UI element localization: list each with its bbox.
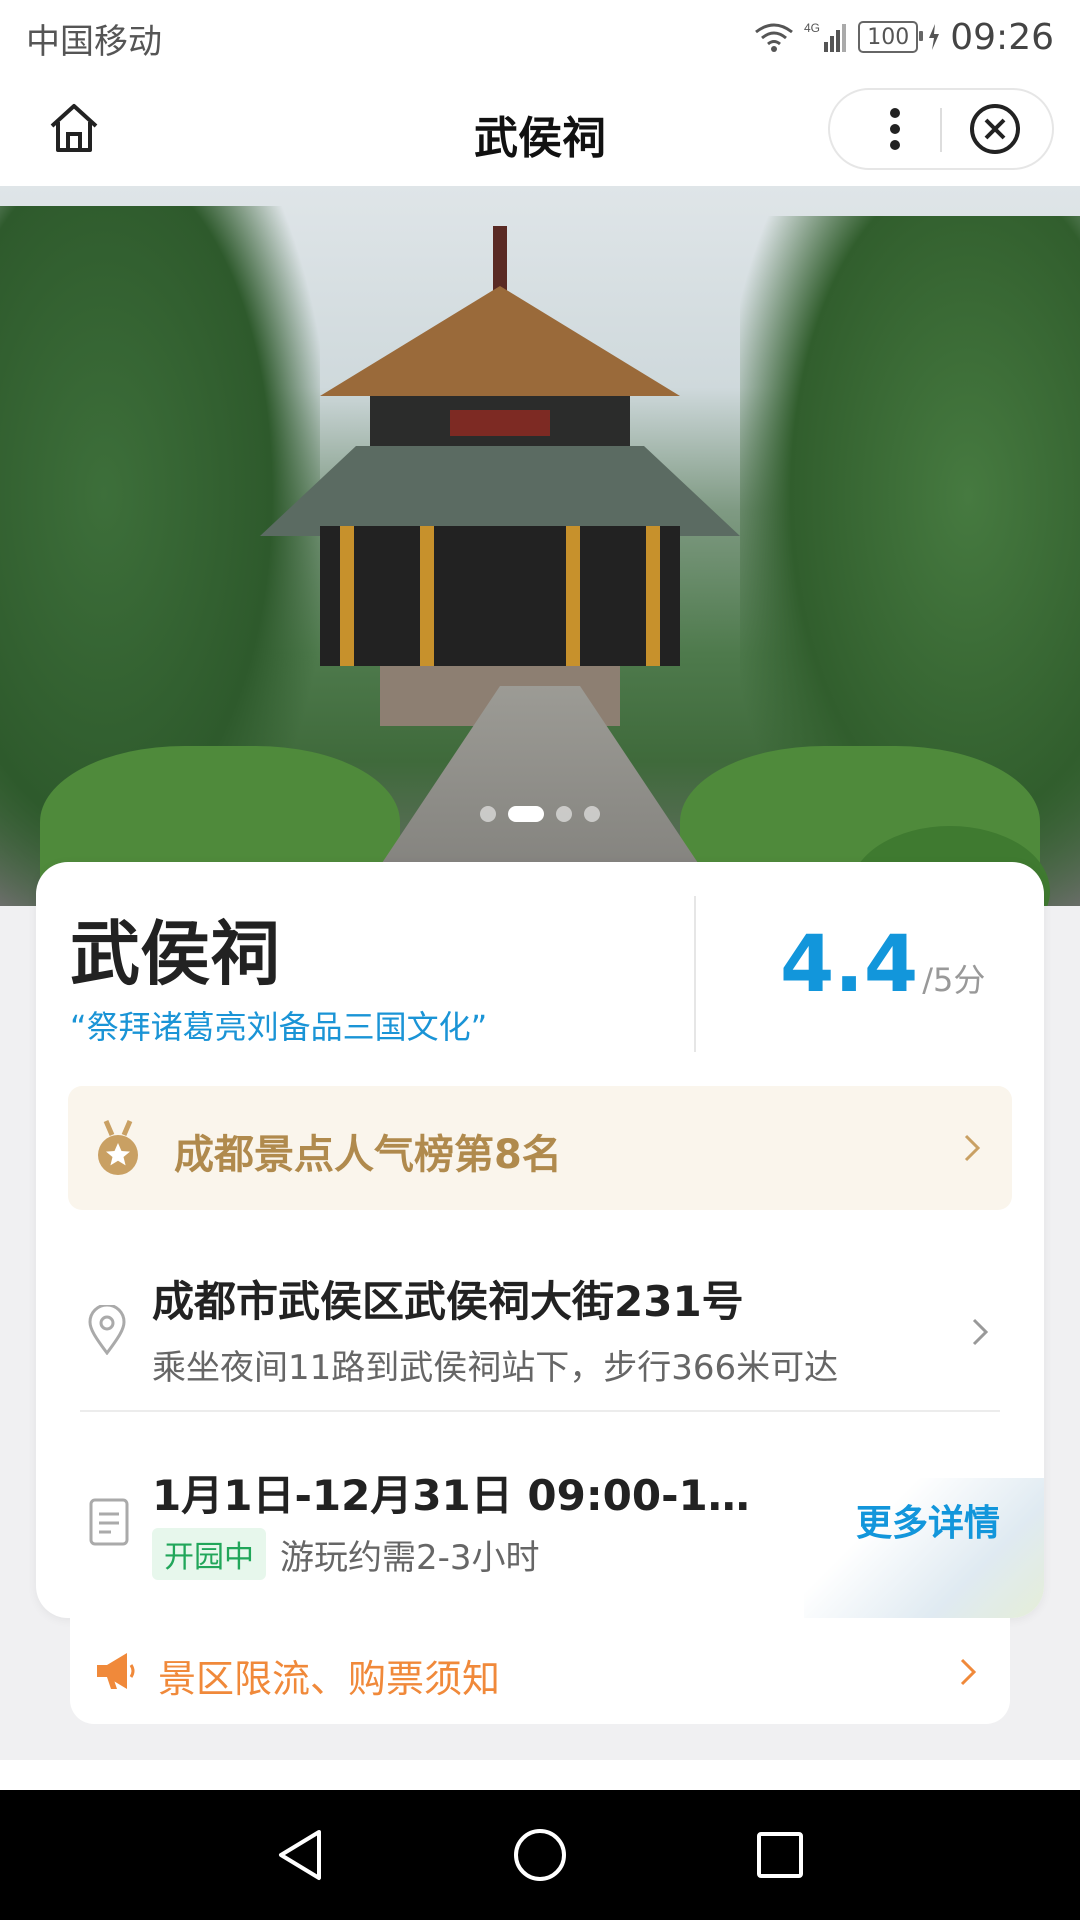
- carrier-label: 中国移动: [26, 22, 162, 62]
- hero-carousel[interactable]: [0, 186, 1080, 906]
- megaphone-icon: [92, 1648, 138, 1694]
- content-bottom-edge: [0, 1760, 1080, 1790]
- medal-icon: [88, 1118, 148, 1178]
- clock: 09:26: [950, 16, 1054, 58]
- capsule-divider: [940, 108, 942, 152]
- opening-hours: 1月1日-12月31日 09:00-18:0...: [152, 1471, 752, 1520]
- home-circle-icon: [514, 1829, 566, 1881]
- charging-icon: [928, 24, 940, 50]
- spot-name: 武侯祠: [70, 913, 280, 995]
- card-divider: [694, 896, 696, 1052]
- open-status-badge: 开园中: [152, 1528, 266, 1580]
- notice-text: 景区限流、购票须知: [158, 1657, 501, 1701]
- more-details-link[interactable]: 更多详情: [856, 1494, 1000, 1546]
- close-button[interactable]: [968, 102, 1022, 156]
- chevron-right-icon: [952, 1128, 992, 1168]
- recents-square-icon: [757, 1832, 803, 1878]
- battery-icon: 100: [858, 21, 924, 53]
- hero-pagoda-image: [260, 226, 740, 746]
- chevron-right-icon: [960, 1312, 1000, 1352]
- recents-button[interactable]: [745, 1820, 815, 1890]
- document-icon: [84, 1494, 134, 1550]
- status-bar: 中国移动 4G 100 09:26: [0, 0, 1080, 74]
- carousel-dot: [556, 806, 572, 822]
- ranking-row[interactable]: 成都景点人气榜第8名: [68, 1086, 1012, 1210]
- address-text: 成都市武侯区武侯祠大街231号: [152, 1277, 744, 1326]
- close-icon: [970, 104, 1020, 154]
- nav-bar: 武侯祠: [0, 74, 1080, 186]
- home-system-button[interactable]: [505, 1820, 575, 1890]
- back-button[interactable]: [265, 1820, 335, 1890]
- location-pin-icon: [82, 1302, 132, 1358]
- chevron-right-icon: [948, 1652, 988, 1692]
- ranking-text: 成都景点人气榜第8名: [174, 1132, 562, 1178]
- mini-program-capsule: [828, 88, 1054, 170]
- transit-text: 乘坐夜间11路到武侯祠站下，步行366米可达: [152, 1348, 839, 1388]
- carousel-dot: [584, 806, 600, 822]
- rating: 4.4 /5分: [780, 920, 985, 1010]
- signal-icon: 4G: [804, 20, 848, 54]
- more-button[interactable]: [870, 104, 920, 154]
- wifi-icon: [754, 22, 794, 52]
- address-row[interactable]: 成都市武侯区武侯祠大街231号 乘坐夜间11路到武侯祠站下，步行366米可达: [68, 1240, 1012, 1410]
- rating-value: 4.4: [780, 920, 919, 1010]
- visit-duration: 游玩约需2-3小时: [280, 1538, 540, 1578]
- rating-unit: /5分: [922, 961, 986, 999]
- system-navigation-bar: [0, 1790, 1080, 1920]
- spot-info-card: 武侯祠 “祭拜诸葛亮刘备品三国文化” 4.4 /5分 成都景点人气榜第8名 成都…: [36, 862, 1044, 1618]
- back-triangle-icon: [279, 1830, 321, 1880]
- hours-row: 1月1日-12月31日 09:00-18:0... 开园中 游玩约需2-3小时 …: [68, 1442, 1012, 1592]
- notice-row[interactable]: 景区限流、购票须知: [70, 1618, 1010, 1724]
- network-type: 4G: [804, 21, 820, 35]
- carousel-indicator: [0, 806, 1080, 822]
- status-icons: 4G 100 09:26: [754, 12, 1054, 62]
- carousel-dot-active: [508, 806, 544, 822]
- carousel-dot: [480, 806, 496, 822]
- row-divider: [80, 1410, 1000, 1412]
- spot-slogan: “祭拜诸葛亮刘备品三国文化”: [70, 1008, 488, 1046]
- more-dots-icon: [890, 108, 900, 150]
